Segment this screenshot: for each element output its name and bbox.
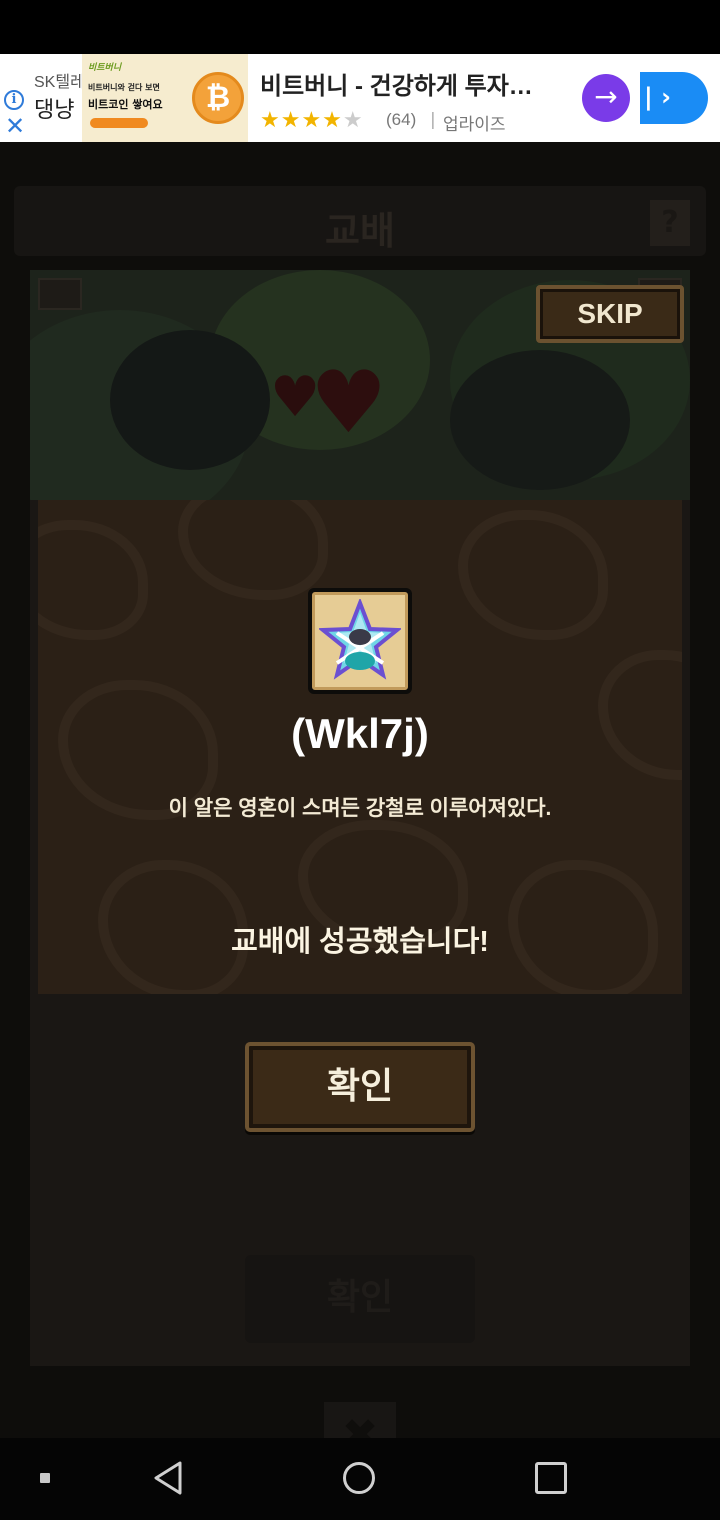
star-rating: ★★★★★ <box>260 108 364 133</box>
home-icon[interactable] <box>343 1462 375 1494</box>
bitcoin-icon: ₿ <box>192 72 244 124</box>
window-title: 교배 <box>325 211 395 253</box>
pattern-shape <box>38 520 148 640</box>
help-button[interactable]: ? <box>650 200 690 246</box>
ad-image-logo: 비트버니 <box>88 63 122 73</box>
confirm-button[interactable]: 확인 <box>245 1042 475 1132</box>
menu-icon[interactable] <box>40 1473 50 1483</box>
breeding-result-dialog: (Wkl7j) 이 알은 영혼이 스며든 강철로 이루어져있다. 교배에 성공했… <box>38 500 682 994</box>
arrow-right-icon[interactable]: → <box>582 74 630 122</box>
success-message: 교배에 성공했습니다! <box>231 926 489 958</box>
ad-image-button <box>90 118 148 128</box>
item-description: 이 알은 영혼이 스며든 강철로 이루어져있다. <box>168 797 552 820</box>
ad-image-headline: 비트코인 쌓여요 <box>88 98 163 111</box>
background-confirm-button: 확인 <box>245 1255 475 1343</box>
pattern-shape <box>458 510 608 640</box>
pattern-shape <box>178 500 328 600</box>
rating-stars-filled: ★★★★ <box>260 108 343 133</box>
skip-button[interactable]: SKIP <box>536 285 684 343</box>
back-icon[interactable] <box>152 1460 184 1496</box>
ad-image[interactable]: 비트버니 비트버니와 걷다 보면 비트코인 쌓여요 ₿ <box>82 54 248 142</box>
rating-star-empty: ★ <box>342 108 364 133</box>
steel-star-egg-icon <box>312 592 408 690</box>
recent-apps-icon[interactable] <box>535 1462 567 1494</box>
ad-image-tagline: 비트버니와 걷다 보면 <box>88 83 160 92</box>
egg-item-frame <box>308 588 412 694</box>
heart-icon: ♥ <box>310 353 388 453</box>
ad-publisher: 업라이즈 <box>443 115 506 134</box>
info-icon[interactable]: i <box>4 90 24 110</box>
scene-dragon-left <box>110 330 270 470</box>
navigation-bar <box>0 1438 720 1520</box>
scene-dragon-right <box>450 350 630 490</box>
ad-headline: 댕냥 <box>34 97 75 122</box>
close-icon[interactable]: ✕ <box>5 114 25 138</box>
ad-separator: | <box>430 110 436 130</box>
window-header: 교배 ? <box>14 186 706 256</box>
ad-advertiser: SK텔레 <box>34 74 85 91</box>
ad-banner[interactable]: i ✕ SK텔레 댕냥 비트버니 비트버니와 걷다 보면 비트코인 쌓여요 ₿ … <box>0 54 720 142</box>
status-bar <box>0 0 720 54</box>
confirm-label: 확인 <box>326 1065 394 1106</box>
background-close-button: ✖ <box>324 1402 396 1438</box>
rating-count: (64) <box>386 110 417 129</box>
ad-title[interactable]: 비트버니 - 건강하게 투자… <box>260 66 533 101</box>
steel-star-egg-icon <box>319 599 401 680</box>
crate-icon <box>38 278 82 310</box>
ad-cta-button[interactable]: | › <box>640 72 708 124</box>
item-name: (Wkl7j) <box>291 710 429 757</box>
